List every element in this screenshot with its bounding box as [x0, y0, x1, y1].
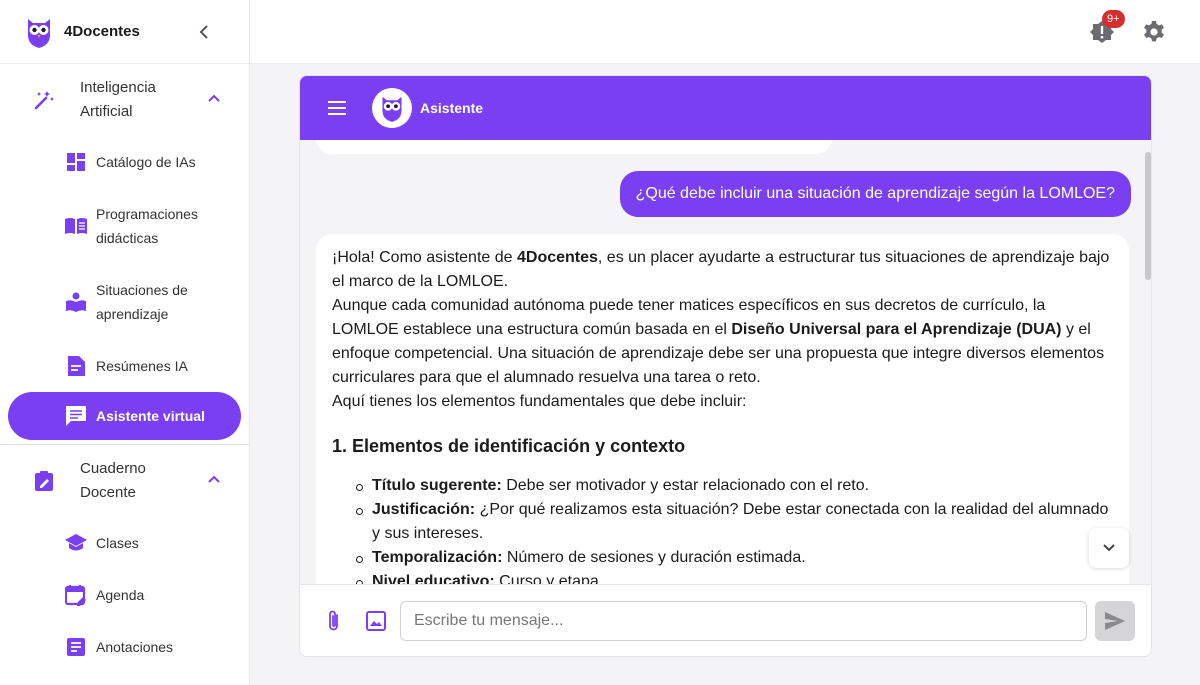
chevron-left-icon	[199, 25, 208, 39]
sidebar-item-label: Anotaciones	[96, 639, 174, 655]
bot-list: Título sugerente: Debe ser motivador y e…	[356, 474, 1113, 584]
bold-text: 4Docentes	[516, 249, 598, 266]
message-list[interactable]: ¿Qué debe incluir una situación de apren…	[300, 140, 1151, 584]
sidebar-item-situaciones[interactable]: Situaciones de aprendizaje	[0, 264, 249, 340]
sidebar-item-label: Programaciones didácticas	[96, 206, 198, 246]
gear-icon	[1144, 21, 1164, 42]
group-header-cuaderno[interactable]: Cuaderno Docente	[0, 445, 249, 517]
assistant-avatar	[372, 88, 412, 128]
sidebar-item-asistente[interactable]: Asistente virtual	[8, 392, 241, 440]
sidebar-item-agenda[interactable]: Agenda	[0, 569, 249, 621]
group-label-cuaderno: Cuaderno Docente	[80, 460, 146, 501]
sidebar-item-label: Agenda	[96, 587, 145, 603]
edit-note-icon	[32, 469, 56, 493]
bot-paragraph-2: Aunque cada comunidad autónoma puede ten…	[332, 294, 1113, 390]
bold-text: Diseño Universal para el Aprendizaje (DU…	[731, 321, 1062, 338]
list-item: Título sugerente: Debe ser motivador y e…	[356, 474, 1113, 498]
hamburger-icon	[328, 101, 346, 115]
topbar: 9+	[250, 0, 1200, 64]
list-item: Temporalización: Número de sesiones y du…	[356, 546, 1113, 570]
chevron-up-icon	[208, 475, 220, 483]
list-text: Curso y etapa.	[494, 573, 604, 584]
sidebar-item-label: Situaciones de aprendizaje	[96, 282, 188, 322]
notifications-button[interactable]: 9+	[1090, 10, 1125, 44]
brand-name: 4Docentes	[64, 23, 140, 40]
chevron-down-icon	[1103, 544, 1115, 552]
chat-header: Asistente	[300, 76, 1151, 140]
sidebar-item-clases[interactable]: Clases	[0, 517, 249, 569]
book-icon	[64, 214, 88, 238]
owl-avatar-icon	[382, 96, 402, 122]
school-icon	[64, 531, 88, 555]
list-term: Título sugerente:	[372, 477, 502, 494]
chevron-up-icon	[208, 94, 220, 102]
collapse-sidebar-button[interactable]	[197, 22, 211, 42]
owl-logo-icon	[24, 15, 54, 49]
sidebar-item-programaciones[interactable]: Programaciones didácticas	[0, 188, 249, 264]
magic-wand-icon	[32, 88, 56, 112]
chat-icon	[64, 404, 88, 428]
image-icon	[366, 611, 386, 631]
group-header-ai[interactable]: Inteligencia Artificial	[0, 64, 249, 136]
notes-icon	[64, 635, 88, 659]
list-text: Número de sesiones y duración estimada.	[502, 549, 806, 566]
list-term: Nivel educativo:	[372, 573, 495, 584]
scroll-to-bottom-button[interactable]	[1089, 528, 1129, 568]
user-message: ¿Qué debe incluir una situación de apren…	[619, 171, 1131, 217]
chat-menu-button[interactable]	[326, 97, 348, 119]
dashboard-icon	[64, 150, 88, 174]
notification-badge: 9+	[1102, 10, 1125, 28]
text: ¡Hola! Como asistente de	[332, 249, 517, 266]
list-term: Justificación:	[372, 501, 476, 518]
sidebar-item-anotaciones[interactable]: Anotaciones	[0, 621, 249, 673]
calendar-icon	[64, 583, 88, 607]
image-upload-button[interactable]	[364, 609, 388, 633]
message-input[interactable]	[400, 601, 1087, 641]
bot-paragraph-1: ¡Hola! Como asistente de 4Docentes, es u…	[332, 246, 1113, 294]
send-button[interactable]	[1095, 601, 1135, 641]
attach-button[interactable]	[322, 609, 346, 633]
assistant-title: Asistente	[420, 100, 484, 116]
sidebar-item-resumenes[interactable]: Resúmenes IA	[0, 340, 249, 392]
scrollbar[interactable]	[1145, 152, 1151, 280]
sidebar-item-label: Clases	[96, 535, 139, 551]
list-text: Debe ser motivador y estar relacionado c…	[501, 477, 870, 494]
sidebar-item-label: Catálogo de IAs	[96, 154, 196, 170]
previous-message-bubble	[316, 140, 832, 154]
list-text: ¿Por qué realizamos esta situación? Debe…	[372, 501, 1109, 542]
group-label-ai: Inteligencia Artificial	[80, 79, 156, 120]
paperclip-icon	[329, 610, 338, 631]
reader-icon	[64, 290, 88, 314]
list-term: Temporalización:	[372, 549, 503, 566]
sidebar-item-label: Resúmenes IA	[96, 358, 188, 374]
settings-button[interactable]	[1142, 20, 1166, 44]
list-item: Justificación: ¿Por qué realizamos esta …	[356, 498, 1113, 546]
sidebar-item-label: Asistente virtual	[96, 408, 205, 424]
list-item: Nivel educativo: Curso y etapa.	[356, 570, 1113, 584]
chat-panel: Asistente ¿Qué debe incluir una situació…	[299, 75, 1152, 657]
bot-paragraph-3: Aquí tienes los elementos fundamentales …	[332, 393, 747, 410]
assistant-message: ¡Hola! Como asistente de 4Docentes, es u…	[316, 234, 1129, 584]
sidebar-item-catalogo[interactable]: Catálogo de IAs	[0, 136, 249, 188]
brand: 4Docentes	[0, 0, 249, 64]
send-icon	[1105, 612, 1125, 630]
sidebar: 4Docentes Inteligencia Artificial Catálo…	[0, 0, 250, 685]
composer	[300, 584, 1151, 656]
bot-heading: 1. Elementos de identificación y context…	[332, 436, 686, 456]
summary-icon	[64, 354, 88, 378]
